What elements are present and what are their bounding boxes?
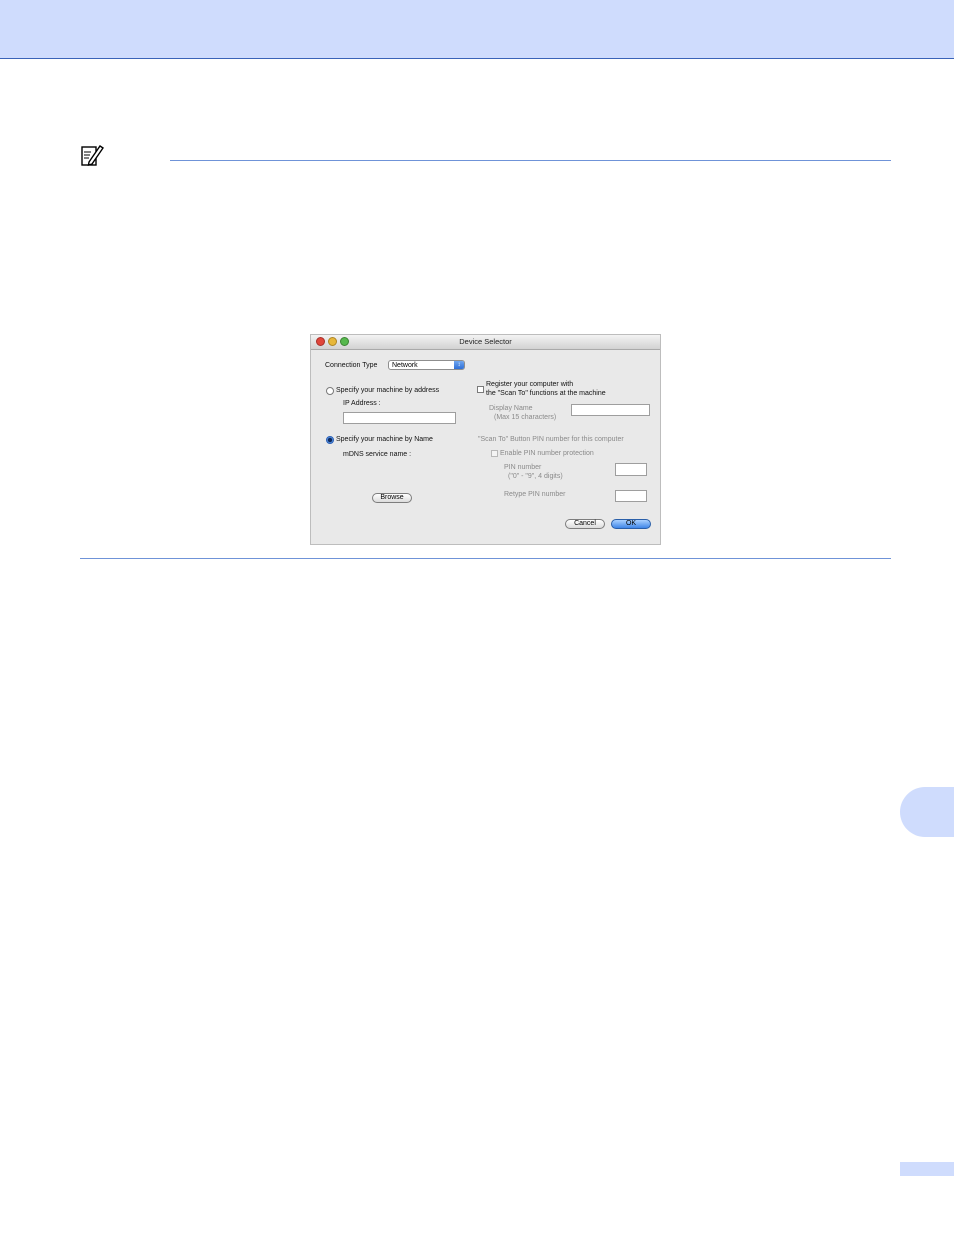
display-name-field[interactable] [571,404,650,416]
enable-pin-checkbox[interactable] [491,450,498,457]
note-end-divider [80,558,891,559]
register-line-1: Register your computer with [486,381,574,388]
register-computer-checkbox[interactable] [477,386,484,393]
specify-by-address-label: Specify your machine by address [336,387,440,394]
cancel-button[interactable]: Cancel [565,519,605,529]
pin-number-hint: ("0" - "9", 4 digits) [508,473,563,480]
register-line-2: the "Scan To" functions at the machine [486,390,606,397]
pin-number-field[interactable] [615,463,647,476]
connection-type-value: Network [392,362,418,369]
chapter-tab [900,787,954,837]
retype-pin-field[interactable] [615,490,647,502]
up-down-arrows-icon: ↕ [454,361,464,369]
connection-type-label: Connection Type [325,362,378,369]
header-band [0,0,954,59]
note-pencil-icon [81,145,104,166]
device-selector-dialog: Device Selector Connection Type Network … [310,334,661,545]
enable-pin-label: Enable PIN number protection [500,450,594,457]
ip-address-field[interactable] [343,412,456,424]
ok-button[interactable]: OK [611,519,651,529]
display-name-hint: (Max 15 characters) [494,414,557,421]
dialog-titlebar: Device Selector [311,335,660,350]
ip-address-label: IP Address : [343,400,381,407]
connection-type-select[interactable]: Network ↕ [388,360,465,370]
display-name-label: Display Name [489,405,533,412]
pin-section-label: "Scan To" Button PIN number for this com… [478,436,624,443]
specify-by-name-radio[interactable] [326,436,334,444]
retype-pin-label: Retype PIN number [504,491,566,498]
pin-number-label: PIN number [504,464,542,471]
dialog-title: Device Selector [459,337,512,346]
mdns-service-name-label: mDNS service name : [343,451,412,458]
page-number-tab [900,1162,954,1176]
note-divider [170,160,891,161]
specify-by-name-label: Specify your machine by Name [336,436,433,443]
specify-by-address-radio[interactable] [326,387,334,395]
browse-button[interactable]: Browse [372,493,412,503]
